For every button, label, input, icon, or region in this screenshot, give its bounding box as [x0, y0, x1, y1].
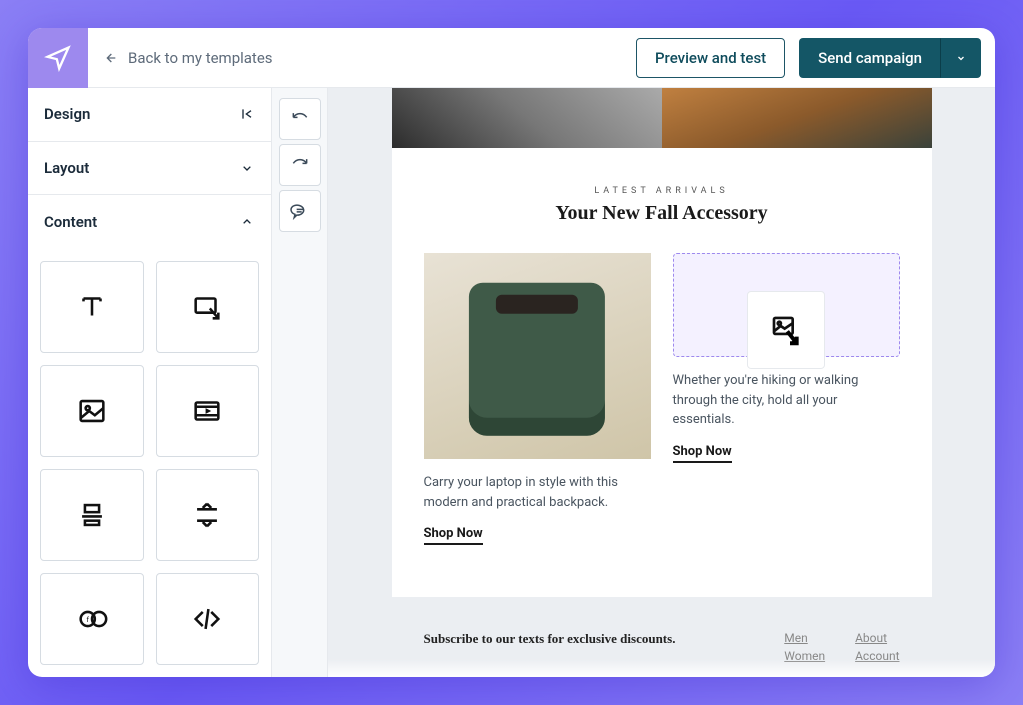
- comment-icon: [290, 201, 310, 221]
- section-eyebrow[interactable]: LATEST ARRIVALS: [392, 186, 932, 196]
- cursor-click-icon: [190, 290, 224, 324]
- content-block-divider[interactable]: [40, 469, 144, 561]
- content-block-code[interactable]: [156, 573, 260, 665]
- send-campaign-dropdown[interactable]: [941, 38, 981, 78]
- comment-button[interactable]: [279, 190, 321, 232]
- email-template: LATEST ARRIVALS Your New Fall Accessory …: [392, 88, 932, 663]
- spacer-icon: [190, 498, 224, 532]
- content-block-video[interactable]: [156, 365, 260, 457]
- product-card-1[interactable]: Carry your laptop in style with this mod…: [424, 253, 651, 545]
- undo-icon: [290, 109, 310, 129]
- caret-down-icon: [955, 52, 967, 64]
- product-1-cta[interactable]: Shop Now: [424, 526, 483, 545]
- redo-button[interactable]: [279, 144, 321, 186]
- content-block-image[interactable]: [40, 365, 144, 457]
- undo-button[interactable]: [279, 98, 321, 140]
- footer-link-women[interactable]: Women: [784, 649, 825, 663]
- footer-link-about[interactable]: About: [855, 631, 899, 645]
- email-footer[interactable]: Subscribe to our texts for exclusive dis…: [392, 597, 932, 663]
- product-2-cta[interactable]: Shop Now: [673, 444, 732, 463]
- paper-plane-icon: [44, 44, 72, 72]
- image-icon: [75, 394, 109, 428]
- back-link[interactable]: Back to my templates: [102, 49, 273, 67]
- redo-icon: [290, 155, 310, 175]
- content-block-spacer[interactable]: [156, 469, 260, 561]
- content-block-text[interactable]: [40, 261, 144, 353]
- divider-icon: [75, 498, 109, 532]
- image-placeholder-icon: [770, 314, 802, 346]
- content-block-social[interactable]: f: [40, 573, 144, 665]
- footer-subscribe-text[interactable]: Subscribe to our texts for exclusive dis…: [424, 631, 755, 647]
- footer-link-account[interactable]: Account: [855, 649, 899, 663]
- section-design[interactable]: Design: [28, 88, 271, 142]
- section-layout[interactable]: Layout: [28, 142, 271, 196]
- brand-logo[interactable]: [28, 28, 88, 88]
- code-icon: [190, 602, 224, 636]
- editor-canvas[interactable]: LATEST ARRIVALS Your New Fall Accessory …: [328, 88, 995, 677]
- tool-strip: [272, 88, 328, 677]
- product-2-description[interactable]: Whether you're hiking or walking through…: [673, 371, 900, 430]
- svg-text:f: f: [86, 615, 89, 624]
- arrow-left-icon: [102, 50, 118, 66]
- image-drop-zone[interactable]: [673, 253, 900, 357]
- content-block-button[interactable]: [156, 261, 260, 353]
- send-campaign-button[interactable]: Send campaign: [799, 38, 941, 78]
- product-image-1[interactable]: [424, 253, 651, 459]
- social-icon: f: [75, 602, 109, 636]
- section-headline[interactable]: Your New Fall Accessory: [392, 202, 932, 225]
- footer-link-men[interactable]: Men: [784, 631, 825, 645]
- product-1-description[interactable]: Carry your laptop in style with this mod…: [424, 473, 651, 512]
- left-panel: Design Layout Content: [28, 88, 272, 677]
- chevron-up-icon: [239, 214, 255, 230]
- image-drop-card[interactable]: [747, 291, 825, 369]
- collapse-left-icon: [239, 106, 255, 122]
- top-bar: Back to my templates Preview and test Se…: [28, 28, 995, 88]
- video-icon: [190, 394, 224, 428]
- chevron-down-icon: [239, 160, 255, 176]
- preview-test-button[interactable]: Preview and test: [636, 38, 785, 78]
- hero-image-row[interactable]: [392, 88, 932, 148]
- section-content[interactable]: Content: [28, 195, 271, 249]
- product-card-2[interactable]: Whether you're hiking or walking through…: [673, 253, 900, 545]
- text-icon: [75, 290, 109, 324]
- back-label: Back to my templates: [128, 49, 273, 67]
